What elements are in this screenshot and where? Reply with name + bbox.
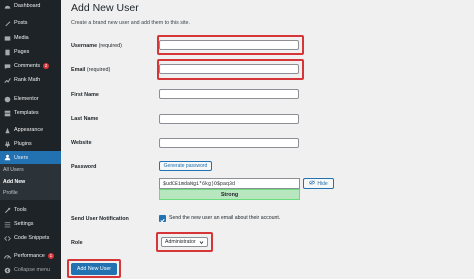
appearance-icon: [3, 126, 11, 134]
tools-icon: [3, 206, 11, 214]
sidebar-item-tools[interactable]: Tools: [0, 204, 61, 216]
sidebar-item-label: Settings: [14, 221, 34, 227]
settings-icon: [3, 220, 11, 228]
page-description: Create a brand new user and add them to …: [71, 20, 190, 26]
submenu-add-new[interactable]: Add New: [3, 179, 25, 185]
pages-icon: [3, 48, 11, 56]
sidebar-item-label: Users: [14, 154, 29, 161]
website-label: Website: [71, 140, 92, 146]
generate-password-button[interactable]: Generate password: [159, 161, 212, 171]
email-label: Email (required): [71, 67, 111, 73]
sidebar-item-appearance[interactable]: Appearance: [0, 124, 61, 136]
sidebar-item-label: Elementor: [14, 96, 39, 102]
sidebar-item-label: Comments: [14, 63, 41, 69]
chevron-down-icon: [199, 240, 204, 245]
add-new-user-button[interactable]: Add New User: [71, 263, 117, 275]
role-label: Role: [71, 240, 83, 246]
performance-icon: [3, 252, 11, 260]
elementor-icon: [3, 95, 11, 103]
sidebar-item-label: Templates: [14, 110, 39, 116]
password-label: Password: [71, 164, 97, 170]
main-content: Add New User Create a brand new user and…: [61, 0, 474, 279]
sidebar-item-elementor[interactable]: Elementor: [0, 93, 61, 105]
role-value: Administrator: [165, 239, 196, 245]
notification-label: Send User Notification: [71, 216, 129, 222]
sidebar-item-media[interactable]: Media: [0, 32, 61, 44]
rank-math-icon: [3, 76, 11, 84]
sidebar-item-templates[interactable]: Templates: [0, 107, 61, 119]
sidebar-item-settings[interactable]: Settings: [0, 218, 61, 230]
hide-password-button[interactable]: Hide: [303, 178, 334, 189]
sidebar-item-label: Plugins: [14, 141, 32, 147]
send-notification-checkbox[interactable]: [159, 215, 166, 222]
last-name-field[interactable]: [159, 114, 299, 124]
admin-sidebar: Dashboard Posts Media Pages Comments 2 R…: [0, 0, 61, 279]
website-field[interactable]: [159, 138, 299, 148]
username-label: Username (required): [71, 43, 122, 49]
email-field[interactable]: [159, 64, 299, 74]
templates-icon: [3, 109, 11, 117]
plugins-icon: [3, 140, 11, 148]
posts-icon: [3, 19, 11, 27]
sidebar-item-label: Appearance: [14, 127, 44, 133]
sidebar-item-plugins[interactable]: Plugins: [0, 138, 61, 150]
sidebar-item-posts[interactable]: Posts: [0, 17, 61, 29]
comments-icon: [3, 62, 11, 70]
check-icon: [160, 210, 165, 228]
sidebar-item-label: Collapse menu: [14, 267, 50, 273]
collapse-menu-button[interactable]: Collapse menu: [0, 264, 61, 276]
sidebar-item-rank-math[interactable]: Rank Math: [0, 74, 61, 86]
hide-label: Hide: [317, 180, 328, 187]
dashboard-icon: [3, 2, 11, 10]
role-select[interactable]: Administrator: [161, 237, 208, 247]
eye-slash-icon: [309, 180, 316, 187]
sidebar-item-comments[interactable]: Comments 2: [0, 60, 61, 72]
password-strength: Strong: [159, 189, 300, 200]
collapse-icon: [3, 266, 11, 274]
page-title: Add New User: [71, 2, 139, 14]
users-icon: [3, 154, 11, 162]
sidebar-item-label: Rank Math: [14, 77, 41, 83]
first-name-label: First Name: [71, 92, 99, 98]
first-name-field[interactable]: [159, 89, 299, 99]
media-icon: [3, 34, 11, 42]
sidebar-item-dashboard[interactable]: Dashboard: [0, 0, 61, 12]
sidebar-item-label: Code Snippets: [14, 235, 50, 241]
sidebar-item-pages[interactable]: Pages: [0, 46, 61, 58]
sidebar-item-users[interactable]: Users: [0, 151, 61, 164]
performance-count-badge: 1: [47, 253, 54, 259]
submenu-all-users[interactable]: All Users: [3, 167, 24, 173]
sidebar-item-label: Performance: [14, 253, 45, 259]
users-submenu: All Users Add New Profile: [0, 164, 61, 200]
last-name-label: Last Name: [71, 116, 99, 122]
sidebar-item-label: Posts: [14, 20, 28, 26]
submenu-profile[interactable]: Profile: [3, 190, 18, 196]
sidebar-item-performance[interactable]: Performance 1: [0, 250, 61, 262]
password-field[interactable]: $udCE1mdaNg1*6kg)O$paq3d: [159, 178, 300, 189]
username-field[interactable]: [159, 40, 299, 50]
sidebar-item-label: Dashboard: [14, 3, 41, 9]
code-snippets-icon: [3, 234, 11, 242]
sidebar-item-code-snippets[interactable]: Code Snippets: [0, 232, 61, 244]
comments-count-badge: 2: [43, 63, 50, 69]
sidebar-item-label: Media: [14, 35, 29, 41]
sidebar-item-label: Tools: [14, 207, 27, 213]
notification-text: Send the new user an email about their a…: [169, 215, 281, 221]
sidebar-item-label: Pages: [14, 49, 30, 55]
